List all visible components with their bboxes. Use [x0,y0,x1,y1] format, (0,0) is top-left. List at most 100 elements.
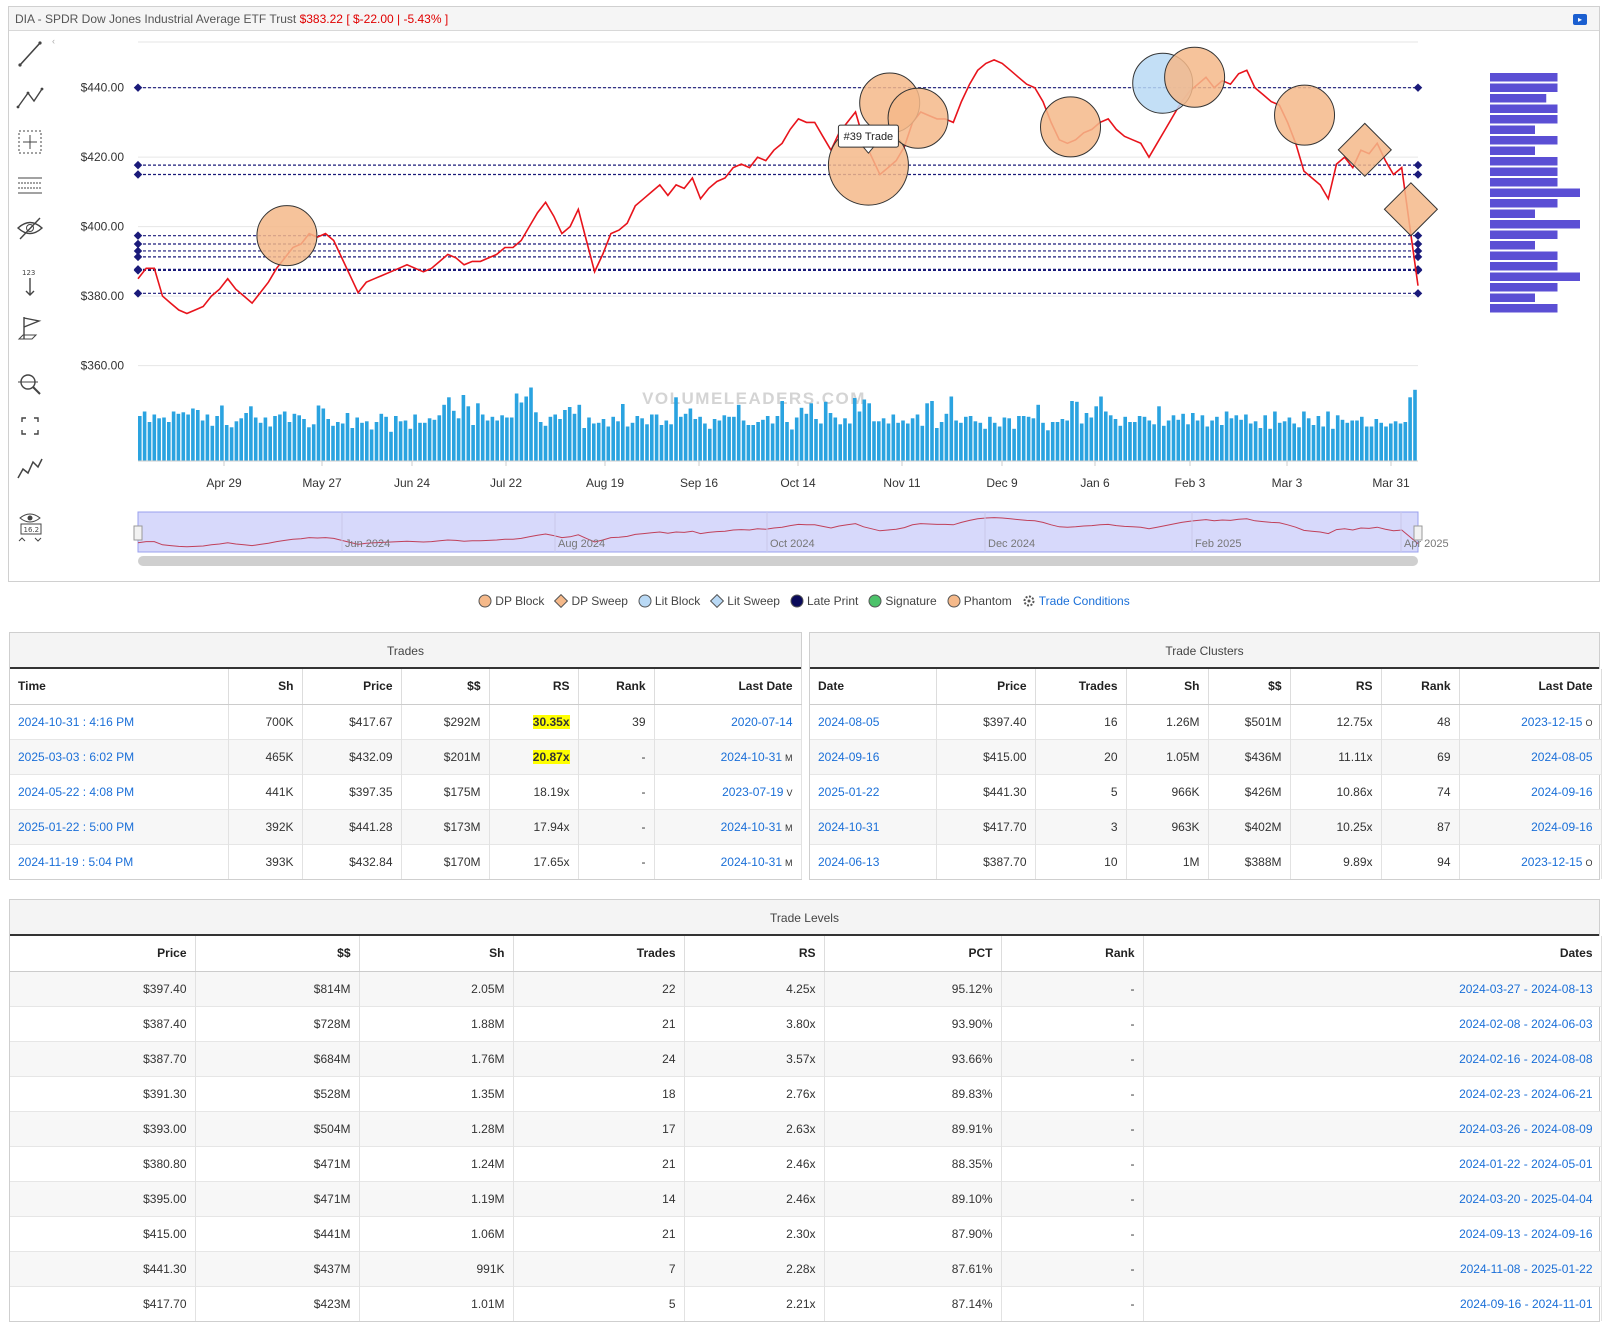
clusters-header-trades[interactable]: Trades [1035,669,1127,705]
trades-header-rank[interactable]: Rank [578,669,655,705]
level-price: $441.30 [10,1250,196,1286]
legend-item[interactable]: Lit Sweep [710,593,780,608]
volume-bar [307,427,311,462]
volume-bar [181,412,186,462]
x-tick-label: Mar 31 [1372,476,1410,490]
clusters-header-[interactable]: $$ [1208,669,1291,705]
volume-bar [625,426,630,461]
volume-bar [1282,421,1287,462]
level-dates-link[interactable]: 2024-09-13 - 2024-09-16 [1143,1215,1602,1251]
cluster-date-link[interactable]: 2024-09-16 [810,738,937,774]
level-dates-link[interactable]: 2024-03-20 - 2025-04-04 [1143,1180,1602,1216]
trades-header-[interactable]: $$ [401,669,490,705]
legend-item[interactable]: Trade Conditions [1022,594,1130,608]
trades-header-lastdate[interactable]: Last Date [654,669,802,705]
level-dates-link[interactable]: 2024-03-26 - 2024-08-09 [1143,1110,1602,1146]
cluster-last-date-link[interactable]: 2023-12-15 O [1459,703,1602,739]
levels-header-rs[interactable]: RS [684,936,825,972]
volume-bar [447,397,451,462]
trades-header-price[interactable]: Price [302,669,402,705]
levels-header-sh[interactable]: Sh [359,936,514,972]
trade-last-date-link[interactable]: 2023-07-19 V [654,773,802,809]
clusters-header-rank[interactable]: Rank [1381,669,1460,705]
volume-bar [770,423,775,461]
volume-bar [534,412,538,462]
table-row: $415.00 $441M 1.06M 21 2.30x 87.90% -2024-09-1… [10,1215,1602,1251]
clusters-header-rs[interactable]: RS [1290,669,1382,705]
cluster-date-link[interactable]: 2025-01-22 [810,773,937,809]
clusters-header-sh[interactable]: Sh [1126,669,1209,705]
levels-header-trades[interactable]: Trades [513,936,685,972]
level-dates-link[interactable]: 2024-02-23 - 2024-06-21 [1143,1075,1602,1111]
trade-last-date-link[interactable]: 2024-10-31 M [654,738,802,774]
legend-item[interactable]: Phantom [947,594,1012,608]
trade-time-link[interactable]: 2024-05-22 : 4:08 PM [10,773,229,809]
volume-bar [732,416,736,462]
y-tick-label: $360.00 [81,359,125,373]
volume-bar [1413,389,1417,462]
level-dates-link[interactable]: 2024-11-08 - 2025-01-22 [1143,1250,1602,1286]
trades-header-time[interactable]: Time [10,669,229,705]
levels-header-[interactable]: $$ [195,936,360,972]
cluster-date-link[interactable]: 2024-06-13 [810,843,937,879]
price-level-marker [133,231,143,240]
level-dates-link[interactable]: 2024-02-08 - 2024-06-03 [1143,1005,1602,1041]
volume-bar [1215,416,1219,462]
trade-rs: 30.35x [489,703,579,739]
legend-item[interactable]: Lit Block [638,594,700,608]
cluster-last-date-link[interactable]: 2024-08-05 [1459,738,1602,774]
volume-bar [1297,427,1301,462]
cluster-dollars: $402M [1208,808,1291,844]
volume-bar [906,423,910,461]
cluster-last-date-link[interactable]: 2023-12-15 O [1459,843,1602,879]
level-dates-link[interactable]: 2024-03-27 - 2024-08-13 [1143,970,1602,1006]
volume-bar [302,419,306,461]
volume-bar [1224,411,1229,461]
level-dates-link[interactable]: 2024-09-16 - 2024-11-01 [1143,1285,1602,1321]
level-dates-link[interactable]: 2024-02-16 - 2024-08-08 [1143,1040,1602,1076]
table-row: 2024-10-31 $417.70 3 963K $402M 10.25x 87 2024-… [810,808,1602,844]
cluster-shares: 1.26M [1126,703,1209,739]
legend-item[interactable]: DP Sweep [554,593,628,608]
trade-time-link[interactable]: 2024-10-31 : 4:16 PM [10,703,229,739]
price-chart[interactable]: $440.00$420.00$400.00$380.00$360.00VOLUM… [0,0,1608,590]
volume-bar [1113,419,1118,461]
trade-time-link[interactable]: 2025-03-03 : 6:02 PM [10,738,229,774]
trade-rank: - [578,738,655,774]
levels-header-pct[interactable]: PCT [824,936,1002,972]
clusters-header-date[interactable]: Date [810,669,937,705]
clusters-header-lastdate[interactable]: Last Date [1459,669,1602,705]
trades-header-sh[interactable]: Sh [228,669,303,705]
volume-bar [340,423,345,461]
volume-bar [1292,423,1296,461]
cluster-last-date-link[interactable]: 2024-09-16 [1459,773,1602,809]
level-dates-link[interactable]: 2024-01-22 - 2024-05-01 [1143,1145,1602,1181]
clusters-header-price[interactable]: Price [936,669,1036,705]
volume-bar [538,422,543,461]
legend-item[interactable]: DP Block [478,594,544,608]
levels-header-dates[interactable]: Dates [1143,936,1602,972]
level-shares: 1.88M [359,1005,514,1041]
trade-last-date-link[interactable]: 2024-10-31 M [654,808,802,844]
volume-bar [794,417,799,461]
volume-bar [529,387,533,461]
levels-header-rank[interactable]: Rank [1001,936,1144,972]
volume-bar [809,403,813,462]
navigator-label: Feb 2025 [1195,538,1241,550]
dp-block-marker [1164,46,1226,108]
legend-item[interactable]: Signature [868,594,937,608]
volume-bar [157,418,161,461]
level-dollars: $423M [195,1285,360,1321]
levels-header-price[interactable]: Price [10,936,196,972]
trade-time-link[interactable]: 2025-01-22 : 5:00 PM [10,808,229,844]
trade-time-link[interactable]: 2024-11-19 : 5:04 PM [10,843,229,879]
volume-bar [1055,422,1060,461]
cluster-last-date-link[interactable]: 2024-09-16 [1459,808,1602,844]
cluster-date-link[interactable]: 2024-10-31 [810,808,937,844]
level-rank: - [1001,1040,1144,1076]
trade-last-date-link[interactable]: 2024-10-31 M [654,843,802,879]
cluster-date-link[interactable]: 2024-08-05 [810,703,937,739]
trades-header-rs[interactable]: RS [489,669,579,705]
legend-item[interactable]: Late Print [790,594,858,608]
trade-last-date-link[interactable]: 2020-07-14 [654,703,802,739]
